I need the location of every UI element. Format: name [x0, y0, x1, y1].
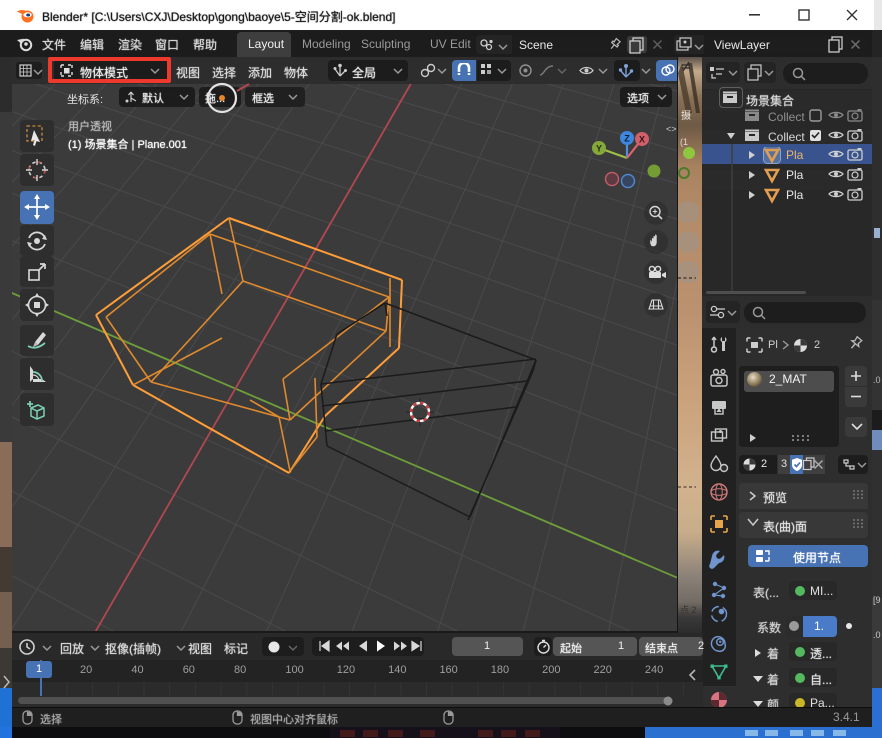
svg-text:Y: Y: [596, 144, 602, 154]
svg-text:摄: 摄: [681, 109, 691, 122]
svg-text:X: X: [639, 135, 645, 145]
svg-text:(1: (1: [680, 137, 688, 147]
svg-text:点 2: 点 2: [680, 605, 697, 615]
svg-text:Z: Z: [624, 134, 630, 144]
